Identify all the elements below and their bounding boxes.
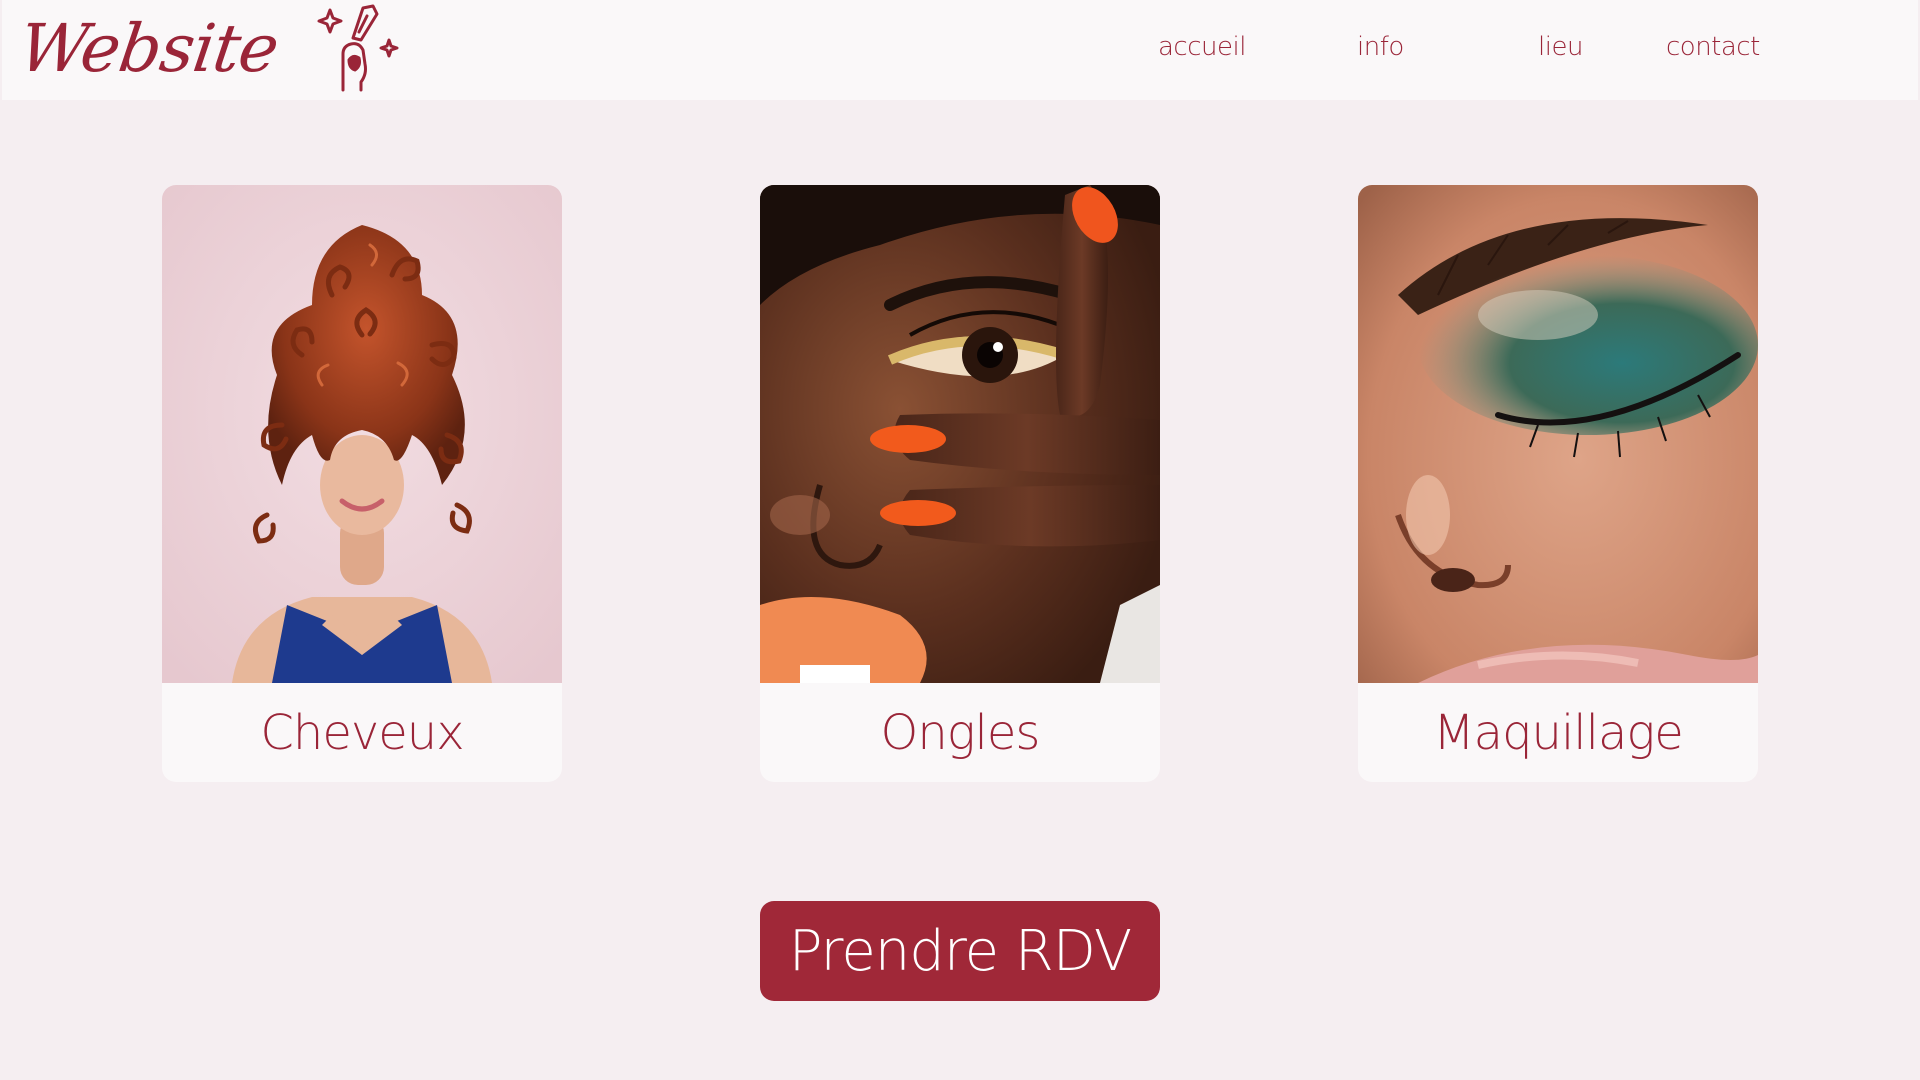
service-label-ongles: Ongles (880, 704, 1041, 761)
orange-nails-face-closeup-photo (760, 185, 1160, 683)
curly-red-hair-woman-photo (162, 185, 562, 683)
nail-polish-brush-sparkle-icon (317, 4, 399, 92)
logo-text: Website (14, 10, 283, 87)
nav-accueil[interactable]: accueil (1158, 32, 1246, 62)
service-label-cheveux: Cheveux (260, 704, 464, 761)
teal-eyeshadow-closeup-photo (1358, 185, 1758, 683)
nav-lieu[interactable]: lieu (1538, 32, 1583, 62)
site-header: Website accueil info lieu contact (2, 0, 1918, 100)
service-card-maquillage[interactable]: Maquillage (1358, 185, 1758, 782)
page: Website accueil info lieu contact Cheveu… (0, 0, 1920, 1080)
service-card-cheveux[interactable]: Cheveux (162, 185, 562, 782)
nav-info[interactable]: info (1357, 32, 1404, 62)
service-card-ongles[interactable]: Ongles (760, 185, 1160, 782)
book-appointment-button[interactable]: Prendre RDV (760, 901, 1160, 1001)
site-logo[interactable]: Website (15, 4, 410, 98)
nav-contact[interactable]: contact (1666, 32, 1760, 62)
service-label-maquillage: Maquillage (1433, 704, 1683, 761)
